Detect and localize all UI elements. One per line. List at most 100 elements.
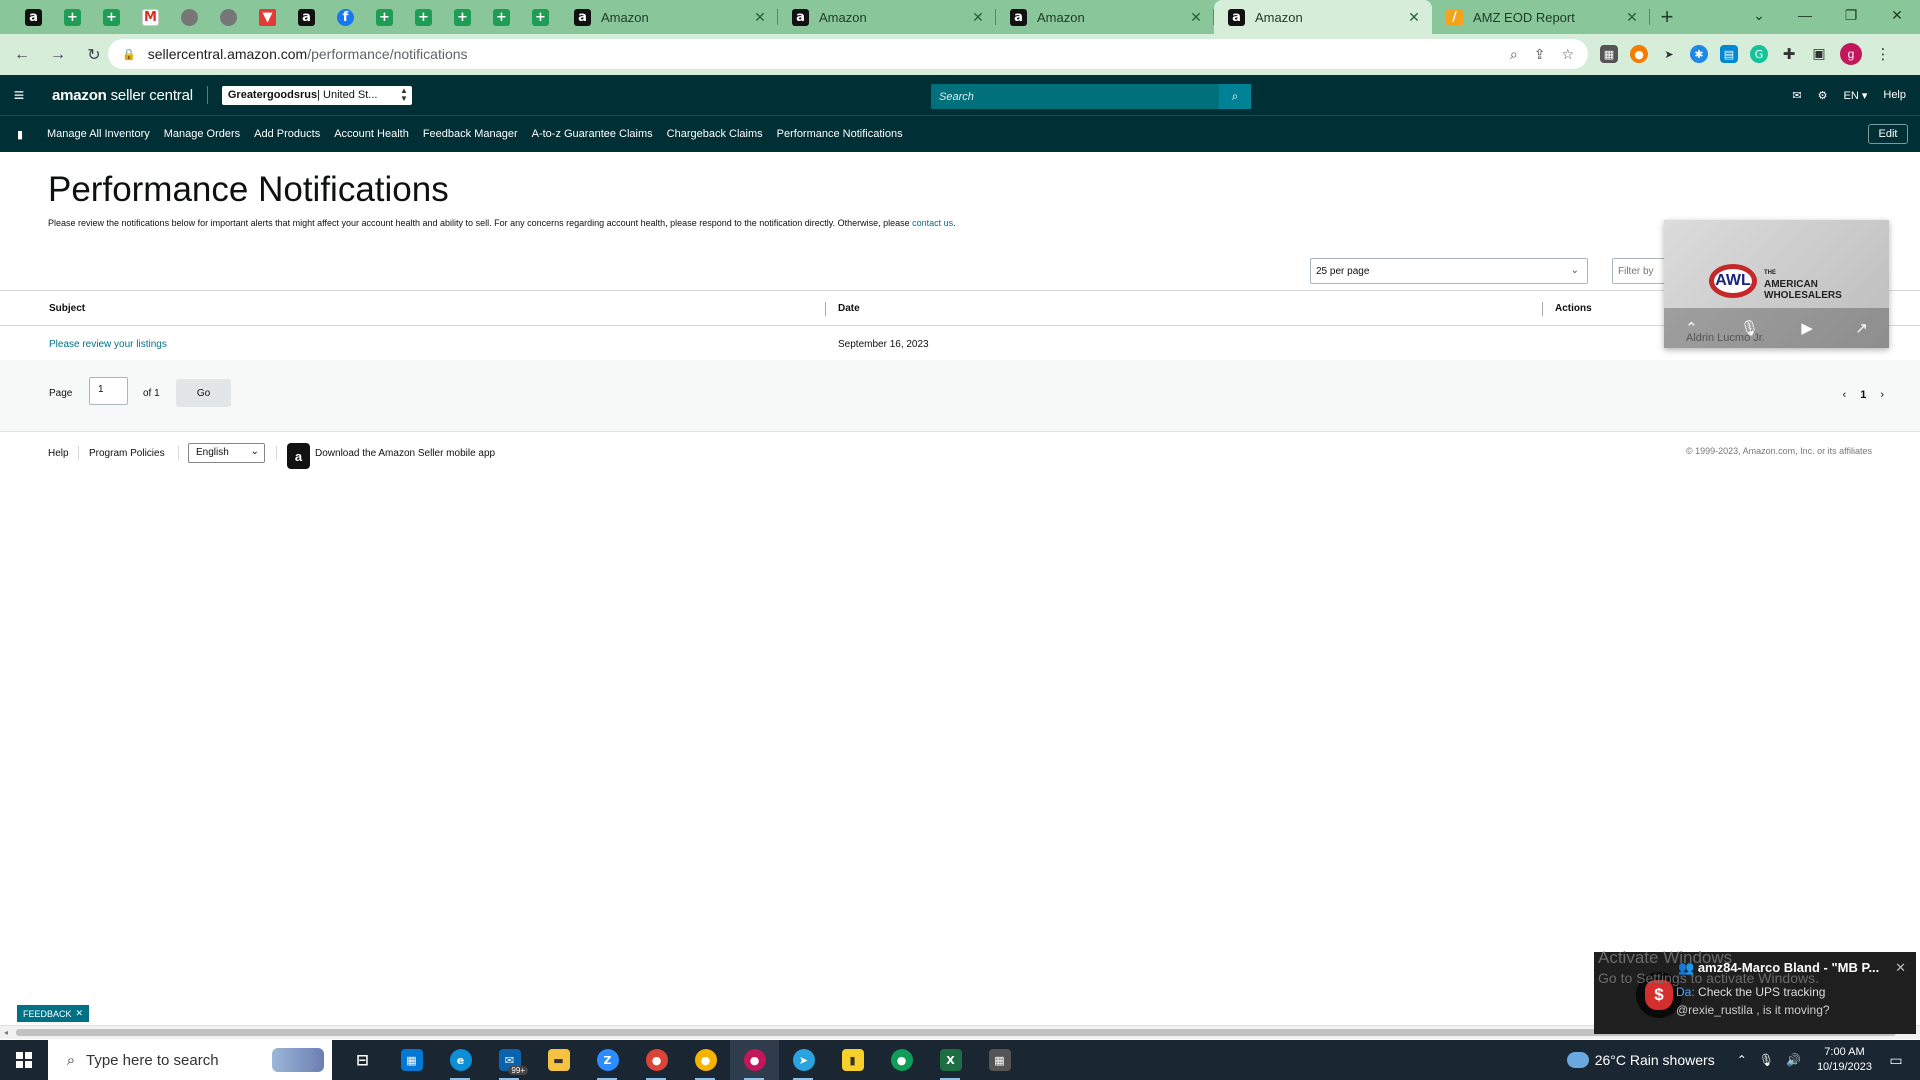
mail-app-icon[interactable]: ✉ 99+ — [485, 1040, 534, 1080]
pinned-tab[interactable]: a — [14, 0, 53, 34]
help-link[interactable]: Help — [1883, 89, 1906, 101]
zoom-icon[interactable]: ⌕ — [1510, 46, 1518, 63]
hamburger-menu-icon[interactable]: ≡ — [0, 75, 38, 115]
nav-link[interactable]: Performance Notifications — [770, 128, 910, 140]
restore-button[interactable]: ❐ — [1828, 0, 1874, 30]
program-policies-link[interactable]: Program Policies — [89, 448, 165, 459]
nav-link[interactable]: Add Products — [247, 128, 327, 140]
page-number-input[interactable]: 1 — [89, 377, 128, 405]
bookmark-star-icon[interactable]: ☆ — [1561, 46, 1574, 63]
mail-icon[interactable]: ✉ — [1792, 89, 1801, 102]
pinned-tab[interactable]: M — [131, 0, 170, 34]
browser-tab[interactable]: a Amazon ✕ — [778, 0, 996, 34]
start-button[interactable] — [0, 1040, 48, 1080]
store-selector[interactable]: Greatergoodsrus | United St... ▲ ▼ — [221, 85, 412, 105]
pinned-tab[interactable]: + — [404, 0, 443, 34]
pinned-tab[interactable]: ▼ — [248, 0, 287, 34]
pinned-tab[interactable]: + — [365, 0, 404, 34]
calculator-icon[interactable]: ▦ — [975, 1040, 1024, 1080]
telegram-icon[interactable]: ➤ — [779, 1040, 828, 1080]
clock[interactable]: 7:00 AM 10/19/2023 — [1817, 1045, 1872, 1075]
video-call-overlay[interactable]: AWL THE AMERICAN WHOLESALERS ⌃ 🎙 ▶ ↗ Aldri… — [1664, 220, 1889, 348]
extension-orange-icon[interactable]: ● — [1630, 45, 1648, 63]
extension-arrow-icon[interactable]: ➤ — [1660, 45, 1678, 63]
nav-link[interactable]: Manage Orders — [157, 128, 247, 140]
feedback-button[interactable]: FEEDBACK ✕ — [17, 1005, 89, 1022]
close-icon[interactable]: ✕ — [1895, 960, 1906, 976]
nav-link[interactable]: Manage All Inventory — [40, 128, 157, 140]
extension-blue-icon[interactable]: ✱ — [1690, 45, 1708, 63]
task-view-icon[interactable]: ⊟ — [338, 1040, 387, 1080]
chevron-left-icon[interactable]: ‹ — [1843, 389, 1847, 401]
close-tab-icon[interactable]: ✕ — [752, 9, 768, 26]
weather-widget[interactable]: 26°C Rain showers — [1566, 1052, 1715, 1068]
extension-off-icon[interactable]: ▦ — [1600, 45, 1618, 63]
close-icon[interactable]: ✕ — [75, 1008, 83, 1019]
taskbar-search[interactable]: ⌕ Type here to search — [48, 1040, 332, 1080]
language-select[interactable]: English ⌄ — [188, 443, 265, 463]
nav-link[interactable]: A-to-z Guarantee Claims — [525, 128, 660, 140]
close-window-button[interactable]: ✕ — [1874, 0, 1920, 30]
column-date[interactable]: Date — [838, 303, 860, 314]
browser-menu-icon[interactable]: ⋮ — [1874, 45, 1892, 63]
pinned-tab[interactable] — [170, 0, 209, 34]
browser-tab[interactable]: a Amazon ✕ — [1214, 0, 1432, 34]
minimize-button[interactable]: — — [1782, 0, 1828, 30]
reload-icon[interactable]: ↻ — [80, 41, 108, 69]
edge-icon[interactable]: e — [436, 1040, 485, 1080]
browser-tab[interactable]: / AMZ EOD Report ✕ — [1432, 0, 1650, 34]
chevron-right-icon[interactable]: › — [1880, 389, 1884, 401]
new-tab-button[interactable]: + — [1650, 0, 1684, 34]
close-tab-icon[interactable]: ✕ — [1188, 9, 1204, 26]
return-to-call-icon[interactable]: ↗ — [1855, 319, 1868, 337]
header-search[interactable]: Search ⌕ — [931, 84, 1251, 109]
close-tab-icon[interactable]: ✕ — [1624, 9, 1640, 26]
profile-avatar[interactable]: g — [1840, 43, 1862, 65]
forward-icon[interactable]: → — [44, 41, 72, 69]
pinned-tab[interactable]: + — [92, 0, 131, 34]
chrome-profile-1-icon[interactable]: ● — [632, 1040, 681, 1080]
zoom-app-icon[interactable]: Z — [583, 1040, 632, 1080]
current-page[interactable]: 1 — [1860, 389, 1866, 401]
nav-link[interactable]: Feedback Manager — [416, 128, 525, 140]
chrome-icon[interactable]: ● — [877, 1040, 926, 1080]
pinned-tab[interactable] — [209, 0, 248, 34]
pinned-tab[interactable]: f — [326, 0, 365, 34]
sticky-notes-icon[interactable]: ▮ — [828, 1040, 877, 1080]
bookmark-icon[interactable]: ▮ — [0, 128, 40, 141]
search-icon[interactable]: ⌕ — [1219, 84, 1251, 109]
chevron-up-icon[interactable]: ⌃ — [1737, 1053, 1747, 1067]
close-tab-icon[interactable]: ✕ — [1406, 9, 1422, 26]
pinned-tab[interactable]: + — [482, 0, 521, 34]
browser-tab[interactable]: a Amazon ✕ — [560, 0, 778, 34]
camera-icon[interactable]: ▶ — [1801, 319, 1813, 337]
scroll-left-icon[interactable]: ◂ — [4, 1028, 8, 1037]
share-icon[interactable]: ⇪ — [1534, 46, 1546, 63]
pinned-tab[interactable]: + — [521, 0, 560, 34]
excel-icon[interactable]: X — [926, 1040, 975, 1080]
extensions-puzzle-icon[interactable]: ✚ — [1780, 45, 1798, 63]
gear-icon[interactable]: ⚙ — [1818, 89, 1828, 102]
chrome-profile-3-icon[interactable]: ● — [730, 1040, 779, 1080]
download-app-link[interactable]: Download the Amazon Seller mobile app — [315, 448, 495, 459]
file-explorer-icon[interactable]: ▬ — [534, 1040, 583, 1080]
url-field[interactable]: 🔒 sellercentral.amazon.com/performance/n… — [108, 39, 1588, 69]
side-panel-icon[interactable]: ▣ — [1810, 45, 1828, 63]
store-icon[interactable]: ▦ — [387, 1040, 436, 1080]
seller-central-logo[interactable]: amazon seller central — [52, 87, 193, 104]
grammarly-icon[interactable]: G — [1750, 45, 1768, 63]
contact-us-link[interactable]: contact us — [912, 218, 953, 228]
footer-help-link[interactable]: Help — [48, 448, 69, 459]
column-subject[interactable]: Subject — [49, 303, 85, 314]
close-tab-icon[interactable]: ✕ — [970, 9, 986, 26]
nav-link[interactable]: Account Health — [327, 128, 416, 140]
chrome-profile-2-icon[interactable]: ● — [681, 1040, 730, 1080]
browser-tab[interactable]: a Amazon ✕ — [996, 0, 1214, 34]
notification-center-icon[interactable]: ▭ — [1882, 1052, 1910, 1069]
per-page-select[interactable]: 25 per page ⌄ — [1310, 258, 1588, 284]
volume-icon[interactable]: 🔊 — [1786, 1053, 1801, 1067]
microphone-icon[interactable]: 🎙 — [1759, 1053, 1774, 1067]
pinned-tab[interactable]: + — [53, 0, 92, 34]
notification-subject-link[interactable]: Please review your listings — [49, 339, 167, 350]
language-selector[interactable]: EN ▾ — [1844, 89, 1868, 102]
